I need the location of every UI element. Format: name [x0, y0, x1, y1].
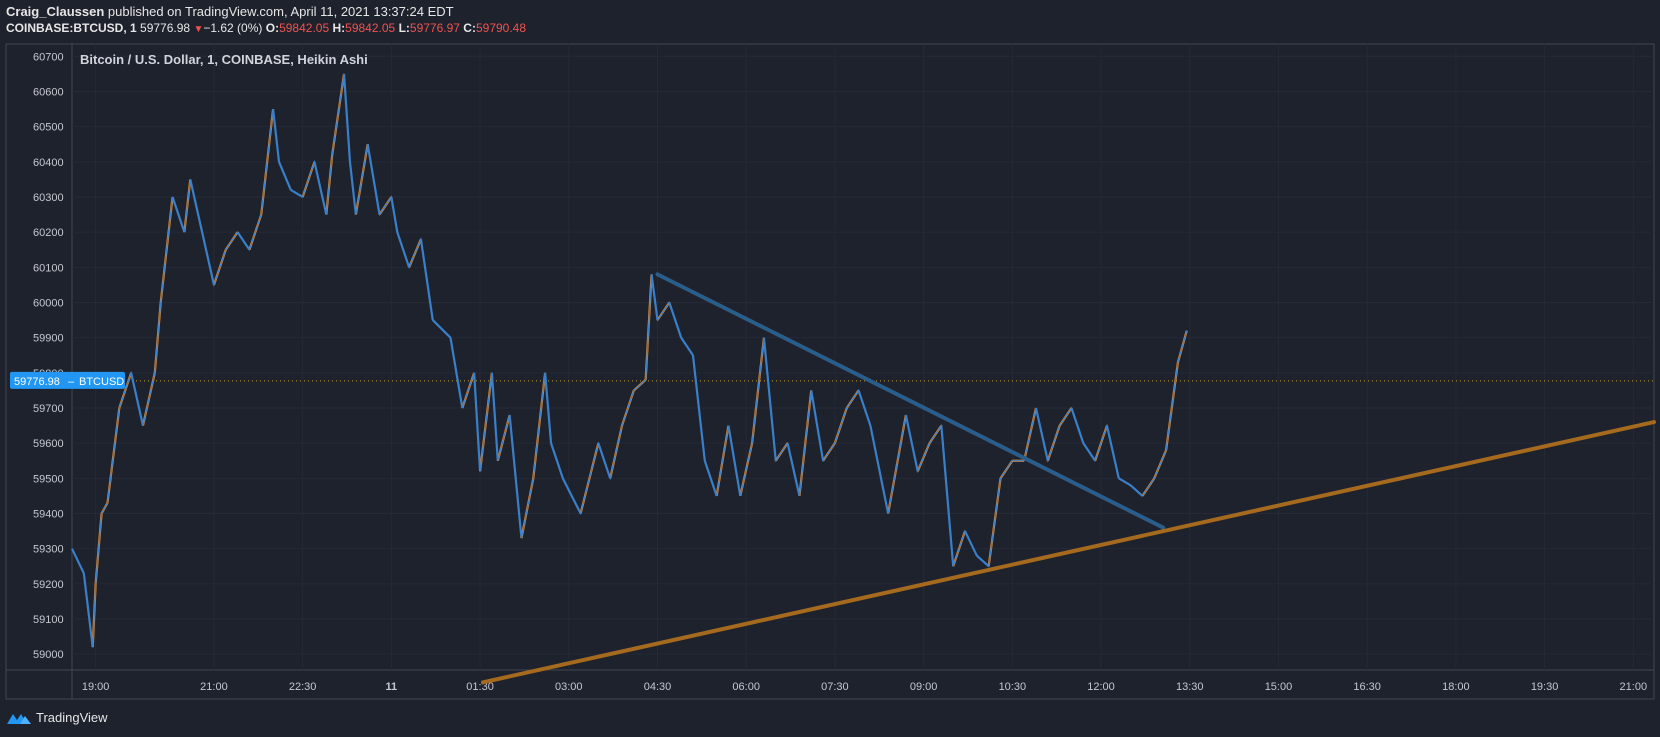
price-tick-label: 60200	[33, 227, 64, 239]
support-trendline[interactable]	[481, 420, 1656, 685]
price-tick-label: 59700	[33, 403, 64, 415]
time-tick-label: 15:00	[1265, 681, 1293, 693]
chart-frame	[5, 43, 1655, 700]
time-tick-label: 12:00	[1087, 681, 1115, 693]
price-tick-label: 59600	[33, 438, 64, 450]
price-tick-label: 60100	[33, 262, 64, 274]
price-tag-symbol: BTCUSD	[79, 376, 124, 388]
time-tick-label: 06:00	[732, 681, 760, 693]
time-tick-label: 19:30	[1531, 681, 1559, 693]
price-tick-label: 59000	[33, 649, 64, 661]
time-tick-label: 10:30	[999, 681, 1027, 693]
grid	[72, 44, 1654, 670]
price-axis: 59000 59100 59200 59300 59400 59500 59600 59700…	[33, 51, 64, 661]
time-tick-label: 03:00	[555, 681, 583, 693]
time-tick-label: 13:30	[1176, 681, 1204, 693]
time-tick-label: 16:30	[1353, 681, 1381, 693]
price-tick-label: 60300	[33, 192, 64, 204]
time-tick-label: 07:30	[821, 681, 849, 693]
price-chart[interactable]: 59000 59100 59200 59300 59400 59500 59600 59700…	[0, 0, 1660, 737]
time-tick-label: 19:00	[82, 681, 110, 693]
time-tick-label: 04:30	[644, 681, 672, 693]
price-tick-label: 60400	[33, 157, 64, 169]
chart-title: Bitcoin / U.S. Dollar, 1, COINBASE, Heik…	[80, 52, 368, 67]
time-tick-label: 22:30	[289, 681, 317, 693]
tradingview-logo-icon	[7, 713, 31, 724]
price-tick-label: 59500	[33, 473, 64, 485]
resistance-trendline[interactable]	[655, 272, 1166, 530]
time-tick-label: 18:00	[1442, 681, 1470, 693]
time-axis: 19:00 21:00 22:30 11 01:30 03:00 04:30 06:00 07:…	[82, 681, 1647, 693]
time-tick-label: 09:00	[910, 681, 938, 693]
time-tick-label: 11	[386, 681, 398, 693]
price-tick-label: 59100	[33, 614, 64, 626]
price-tick-label: 59900	[33, 333, 64, 345]
price-tag-value: 59776.98	[14, 376, 60, 388]
time-tick-label: 21:00	[1620, 681, 1648, 693]
brand-name: TradingView	[36, 710, 108, 725]
price-tick-label: 60700	[33, 51, 64, 63]
price-tick-label: 60500	[33, 122, 64, 134]
price-tag-separator: –	[68, 376, 75, 388]
tradingview-footer[interactable]: TradingView	[6, 710, 108, 725]
price-tick-label: 59300	[33, 544, 64, 556]
time-tick-label: 21:00	[200, 681, 228, 693]
price-tick-label: 59200	[33, 579, 64, 591]
price-tick-label: 60000	[33, 297, 64, 309]
price-tick-label: 59400	[33, 509, 64, 521]
price-tag: 59776.98 – BTCUSD	[10, 371, 125, 389]
price-tick-label: 60600	[33, 86, 64, 98]
